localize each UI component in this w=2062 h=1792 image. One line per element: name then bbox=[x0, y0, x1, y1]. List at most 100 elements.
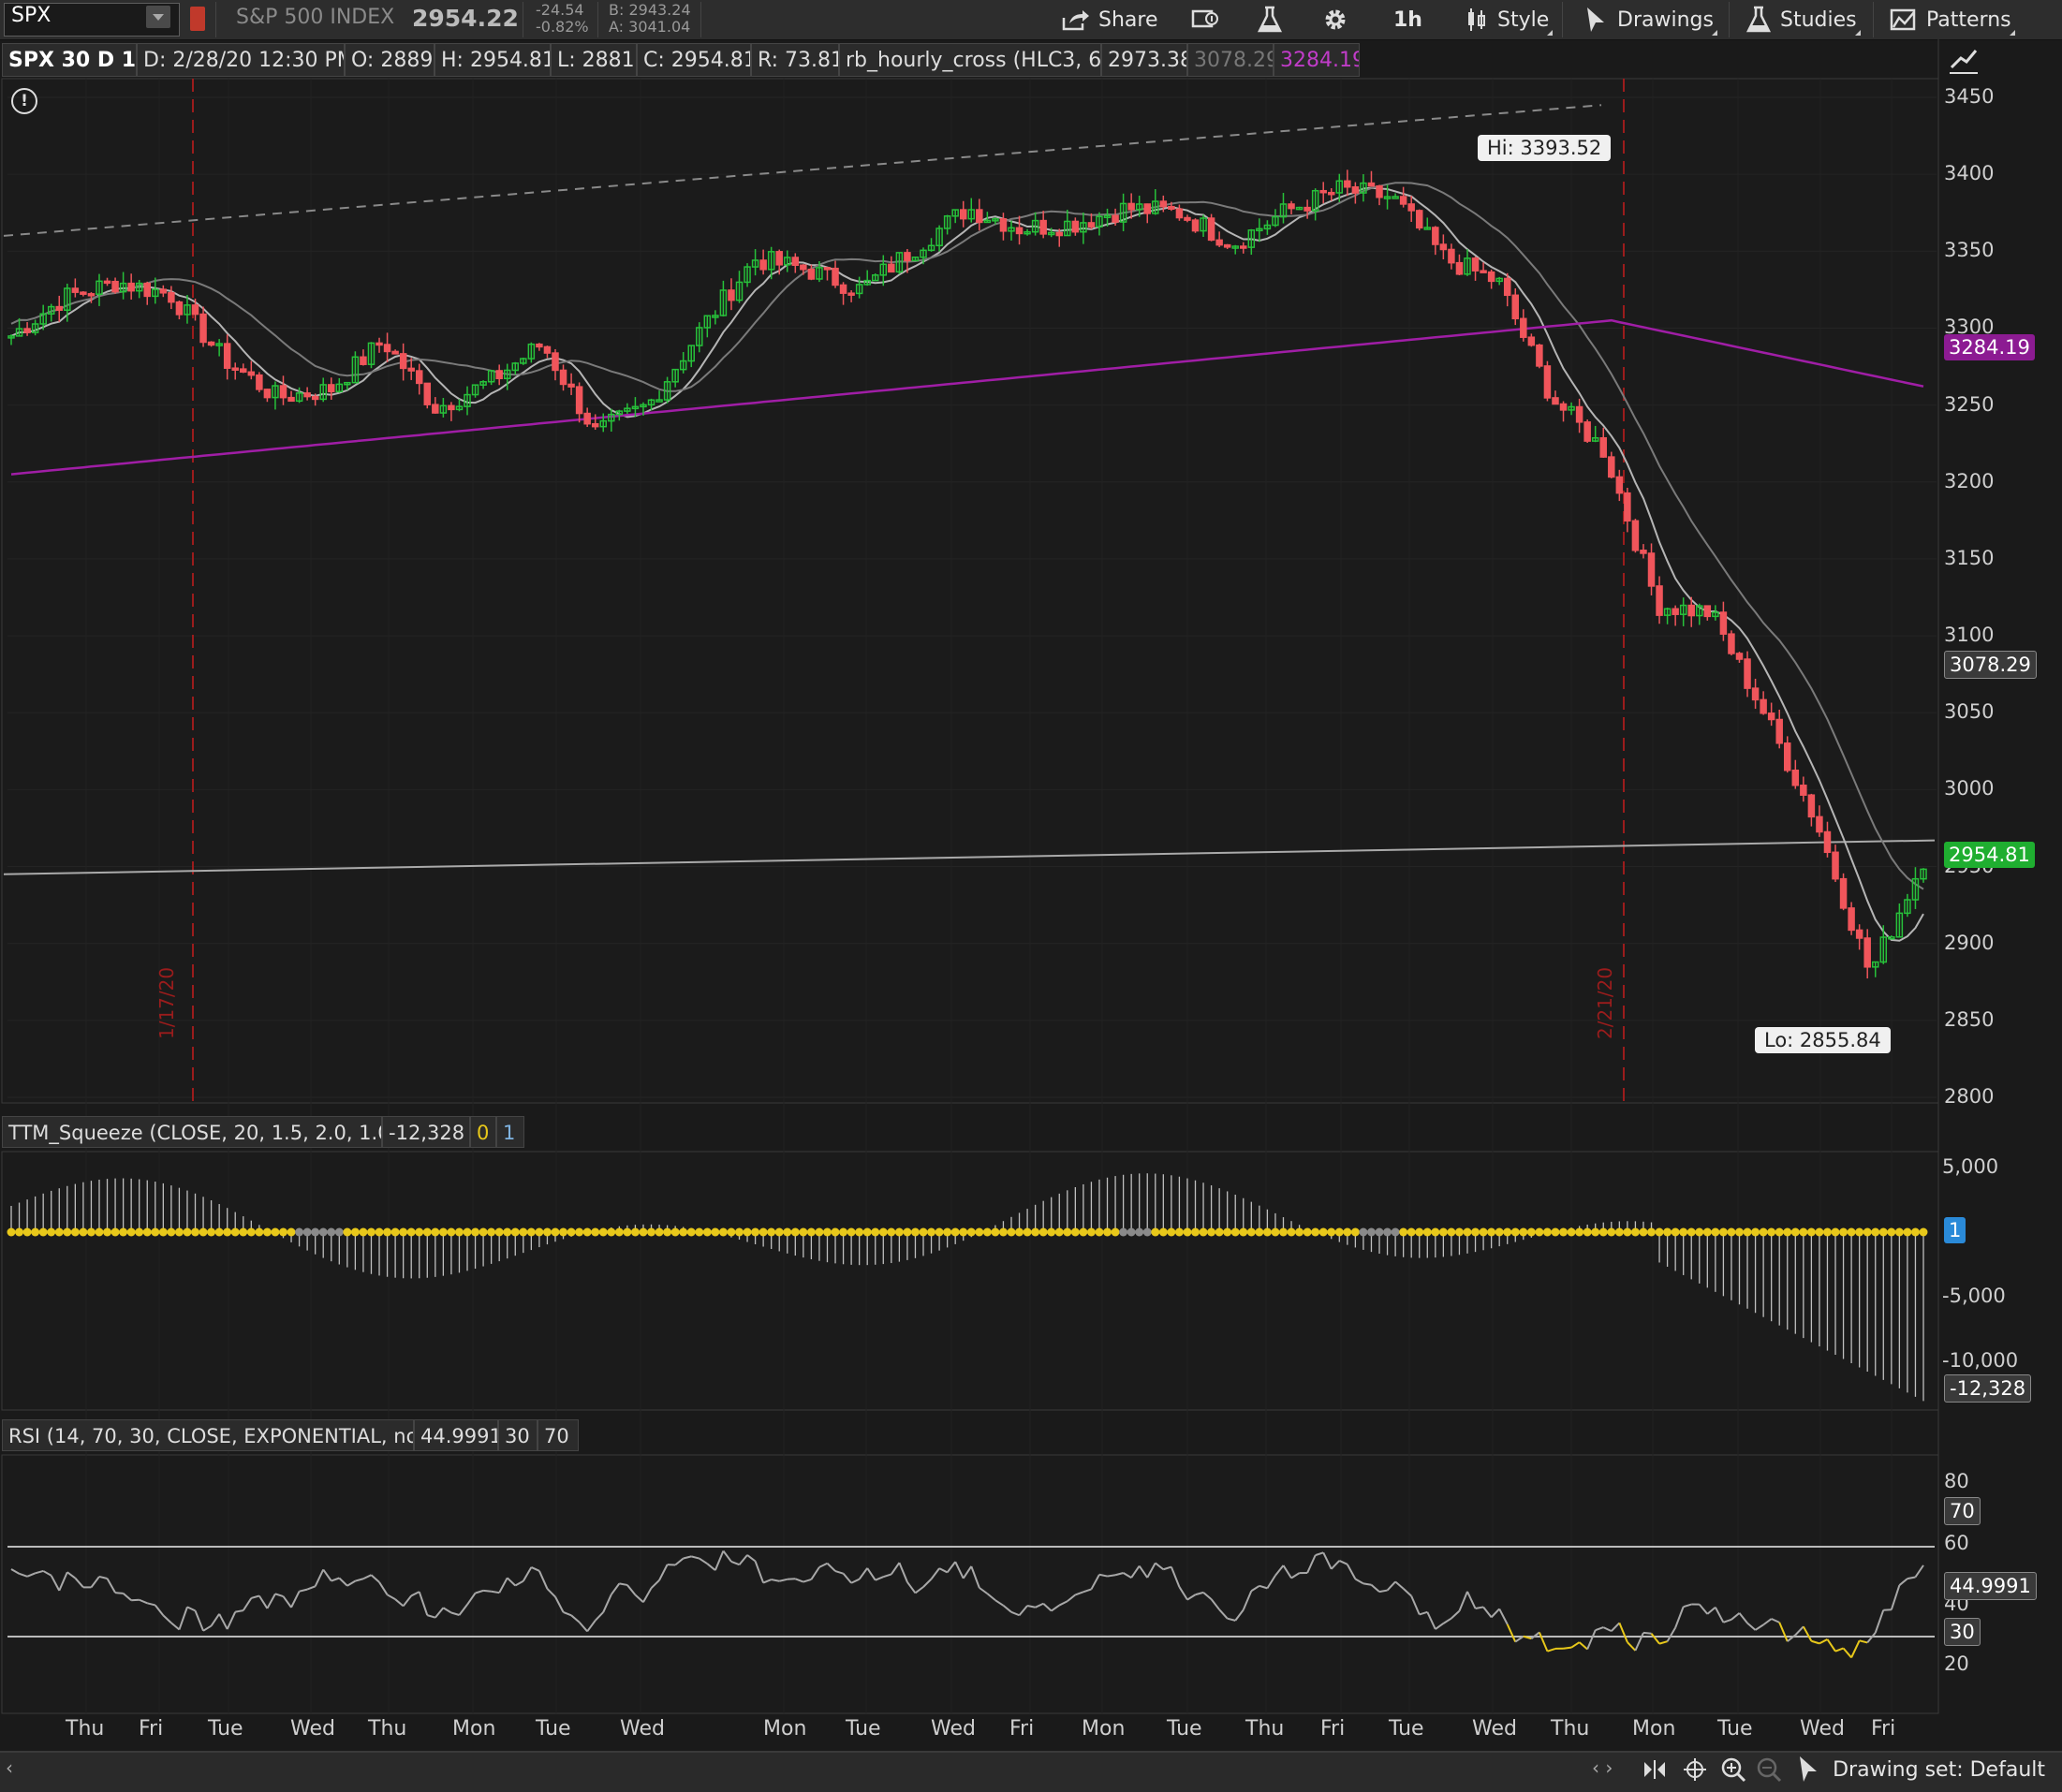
squeeze-dot bbox=[223, 1227, 232, 1237]
squeeze-dot bbox=[350, 1227, 360, 1237]
squeeze-dot bbox=[774, 1227, 784, 1237]
info-icon[interactable]: ! bbox=[11, 88, 37, 114]
squeeze-dot bbox=[1471, 1227, 1480, 1237]
zoom-in-icon[interactable] bbox=[1721, 1757, 1746, 1783]
crosshair-icon[interactable] bbox=[1684, 1758, 1706, 1781]
squeeze-dot bbox=[734, 1227, 744, 1237]
candle-down bbox=[1800, 785, 1807, 796]
candle-down bbox=[256, 374, 263, 390]
squeeze-dot bbox=[1086, 1227, 1096, 1237]
candle-down bbox=[1112, 214, 1119, 223]
candle-down bbox=[240, 368, 247, 374]
candle-down bbox=[543, 345, 552, 354]
squeeze-dot bbox=[1630, 1227, 1640, 1237]
flex-grid-button[interactable] bbox=[1191, 0, 1228, 39]
candle-down bbox=[1159, 200, 1168, 208]
symbol-dropdown-button[interactable] bbox=[146, 6, 170, 28]
day-label: Mon bbox=[1082, 1717, 1126, 1741]
squeeze-dot bbox=[1454, 1227, 1464, 1237]
price-tick: 3400 bbox=[1944, 162, 1995, 185]
candle-down bbox=[1055, 231, 1064, 237]
day-label: Fri bbox=[1009, 1717, 1035, 1741]
squeeze-dot bbox=[903, 1227, 912, 1237]
price-tick: 3250 bbox=[1944, 392, 1995, 416]
candle-down bbox=[959, 209, 967, 220]
squeeze-dot bbox=[1591, 1227, 1600, 1237]
candle-down bbox=[263, 389, 272, 399]
squeeze-dot bbox=[1350, 1227, 1360, 1237]
candle-down bbox=[1399, 196, 1407, 205]
study-name[interactable]: rb_hourly_cross (HLC3, 6) bbox=[839, 43, 1101, 77]
pointer-icon[interactable] bbox=[1800, 1756, 1817, 1782]
squeeze-dot bbox=[1910, 1227, 1920, 1237]
squeeze-dot bbox=[559, 1227, 568, 1237]
rsi-segment bbox=[1362, 1582, 1372, 1586]
grid-icon bbox=[1191, 9, 1218, 28]
rsi-level-30: 30 bbox=[498, 1419, 538, 1451]
expand-icon[interactable] bbox=[1644, 1760, 1665, 1779]
zoom-out-icon[interactable] bbox=[1757, 1757, 1782, 1783]
share-button[interactable]: Share bbox=[1062, 0, 1158, 39]
settings-button[interactable] bbox=[1322, 0, 1357, 39]
squeeze-dot bbox=[239, 1227, 248, 1237]
day-label: Tue bbox=[536, 1717, 571, 1741]
thinkback-button[interactable] bbox=[1257, 0, 1291, 39]
zoom-tools[interactable] bbox=[1641, 1753, 1837, 1786]
patterns-icon bbox=[1890, 8, 1916, 31]
drawings-button[interactable]: Drawings bbox=[1583, 0, 1717, 39]
patterns-button[interactable]: Patterns bbox=[1890, 0, 2015, 39]
vline-date-left: 1/17/20 bbox=[155, 966, 178, 1039]
squeeze-dot bbox=[1686, 1227, 1696, 1237]
rsi-tick-20: 20 bbox=[1944, 1652, 1969, 1675]
scroll-right-left-icon[interactable]: ‹ › bbox=[1592, 1756, 1613, 1779]
squeeze-title[interactable]: TTM_Squeeze (CLOSE, 20, 1.5, 2.0, 1.0) bbox=[2, 1116, 382, 1148]
squeeze-dot bbox=[1079, 1227, 1088, 1237]
studies-button[interactable]: Studies bbox=[1745, 0, 1861, 39]
candle-down bbox=[1432, 227, 1439, 245]
candle-down bbox=[1240, 245, 1247, 249]
candle-down bbox=[536, 343, 543, 348]
candle-down bbox=[247, 371, 256, 376]
day-label: Thu bbox=[66, 1717, 105, 1741]
candle-down bbox=[1351, 186, 1360, 194]
squeeze-dot bbox=[1887, 1227, 1896, 1237]
candle-down bbox=[1503, 277, 1511, 297]
bar-high: H: 2954.81 bbox=[434, 43, 551, 77]
day-label: Thu bbox=[1551, 1717, 1590, 1741]
squeeze-dot bbox=[375, 1227, 384, 1237]
squeeze-dot bbox=[334, 1227, 344, 1237]
squeeze-dot bbox=[991, 1227, 1000, 1237]
squeeze-dot bbox=[1542, 1227, 1552, 1237]
squeeze-dot bbox=[1230, 1227, 1240, 1237]
candle-down bbox=[87, 293, 96, 297]
squeeze-dot bbox=[151, 1227, 160, 1237]
price-tick: 3150 bbox=[1944, 546, 1995, 569]
candle-down bbox=[207, 341, 215, 346]
candle-down bbox=[823, 267, 832, 271]
squeeze-dot bbox=[670, 1227, 680, 1237]
drawing-set-selector[interactable]: Drawing set: Default bbox=[1833, 1758, 2045, 1782]
candle-down bbox=[1583, 421, 1591, 442]
squeeze-dot bbox=[1255, 1227, 1264, 1237]
candle-down bbox=[111, 280, 119, 293]
squeeze-dot bbox=[454, 1227, 464, 1237]
squeeze-dot bbox=[655, 1227, 664, 1237]
rsi-title[interactable]: RSI (14, 70, 30, CLOSE, EXPONENTIAL, no) bbox=[2, 1419, 414, 1451]
candle-down bbox=[976, 209, 983, 224]
squeeze-dot bbox=[1655, 1227, 1664, 1237]
price-scale-icon[interactable] bbox=[1948, 45, 1980, 77]
chart-canvas[interactable] bbox=[0, 39, 2062, 1753]
candle-down bbox=[1407, 203, 1415, 212]
timeframe-button[interactable]: 1h bbox=[1393, 0, 1422, 39]
squeeze-dot bbox=[711, 1227, 720, 1237]
bar-open: O: 2889 bbox=[345, 43, 434, 77]
squeeze-dot bbox=[1407, 1227, 1416, 1237]
squeeze-dot bbox=[1718, 1227, 1728, 1237]
squeeze-dot bbox=[1295, 1227, 1304, 1237]
scroll-left-icon[interactable]: ‹ bbox=[6, 1756, 13, 1779]
squeeze-dot bbox=[751, 1227, 760, 1237]
candle-down bbox=[1559, 403, 1568, 411]
squeeze-dot bbox=[471, 1227, 480, 1237]
style-button[interactable]: Style bbox=[1463, 0, 1554, 39]
alert-flag-icon[interactable] bbox=[190, 7, 205, 31]
